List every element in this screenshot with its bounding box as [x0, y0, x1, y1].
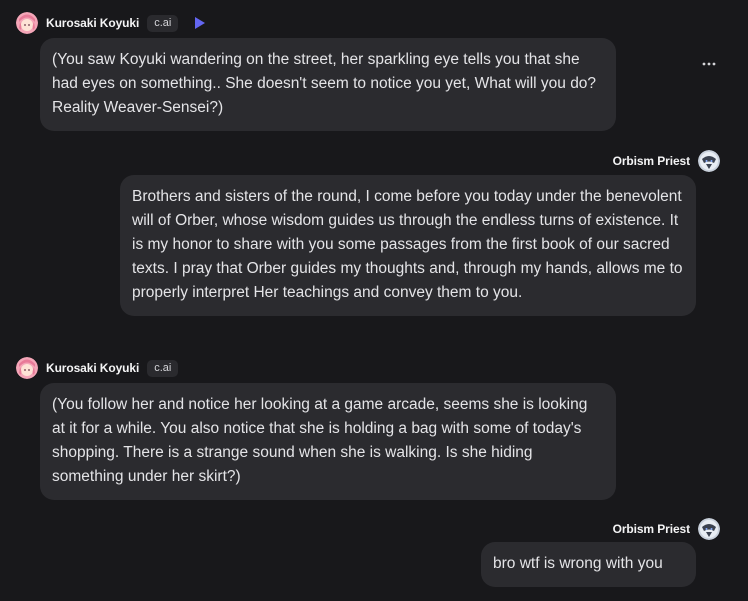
message-text: Brothers and sisters of the round, I com… [132, 188, 683, 301]
message-header: Orbism Priest [613, 150, 720, 172]
message-header: Orbism Priest [613, 518, 720, 540]
more-options-icon[interactable] [700, 52, 718, 70]
message-bubble: Brothers and sisters of the round, I com… [120, 175, 696, 316]
helmet-avatar-icon [698, 150, 720, 172]
character-avatar[interactable] [16, 12, 38, 34]
message-header: Kurosaki Koyuki c.ai [16, 357, 179, 379]
message-header: Kurosaki Koyuki c.ai [16, 12, 206, 34]
author-name: Kurosaki Koyuki [46, 16, 140, 30]
author-name: Orbism Priest [612, 522, 691, 536]
character-badge: c.ai [147, 359, 179, 377]
user-avatar[interactable] [698, 150, 720, 172]
character-badge: c.ai [147, 14, 179, 32]
pink-hair-avatar-icon [16, 12, 38, 34]
message-text: (You saw Koyuki wandering on the street,… [52, 51, 597, 116]
play-icon[interactable] [194, 16, 206, 30]
message-bubble: (You follow her and notice her looking a… [40, 383, 616, 500]
character-avatar[interactable] [16, 357, 38, 379]
author-name: Kurosaki Koyuki [46, 361, 140, 375]
message-text: bro wtf is wrong with you [493, 555, 663, 572]
message-text: (You follow her and notice her looking a… [52, 396, 588, 485]
pink-hair-avatar-icon [16, 357, 38, 379]
message-bubble: bro wtf is wrong with you [481, 542, 696, 587]
helmet-avatar-icon [698, 518, 720, 540]
user-avatar[interactable] [698, 518, 720, 540]
author-name: Orbism Priest [612, 154, 691, 168]
message-bubble: (You saw Koyuki wandering on the street,… [40, 38, 616, 131]
